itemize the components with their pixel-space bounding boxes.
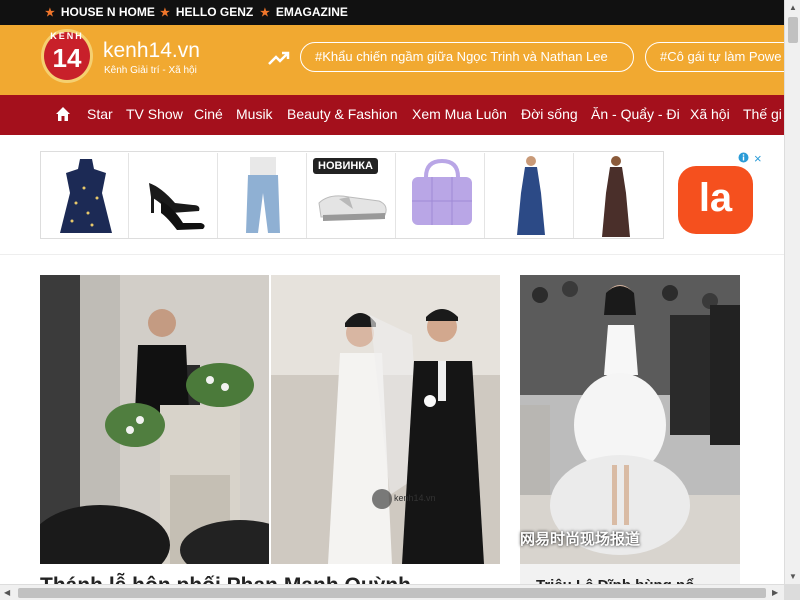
vertical-scroll-thumb[interactable] [788, 17, 798, 43]
vertical-scrollbar[interactable]: ▲ ▼ [784, 0, 800, 584]
scroll-up-icon[interactable]: ▲ [789, 3, 797, 12]
trending-tag[interactable]: #Khẩu chiến ngầm giữa Ngọc Trinh và Nath… [300, 42, 634, 72]
nav-item-star[interactable]: Star [87, 106, 113, 122]
nav-item-beauty-fashion[interactable]: Beauty & Fashion [287, 106, 398, 122]
topbar-link-label: HELLO GENZ [175, 5, 254, 19]
new-badge: НОВИНКА [313, 158, 378, 174]
ad-product-floral-dress[interactable] [487, 153, 574, 238]
ad-product-row: НОВИНКА [40, 151, 664, 239]
fashion-show-photo [520, 275, 740, 564]
scrollbar-corner [784, 584, 800, 600]
topbar-link-emagazine[interactable]: ★ EMAGAZINE [260, 5, 348, 19]
nav-item-musik[interactable]: Musik [236, 106, 273, 122]
horizontal-scrollbar[interactable]: ◀ ▶ [0, 584, 784, 600]
main-story-image[interactable]: kenh14.vn [40, 275, 500, 564]
bag-image [412, 158, 472, 225]
ad-product-bag[interactable] [398, 153, 485, 238]
divider [0, 254, 784, 255]
ad-info-icon[interactable] [738, 152, 749, 163]
dress-image [60, 159, 112, 233]
trending-tag[interactable]: #Cô gái tự làm Powe [645, 42, 784, 72]
topbar-link-label: HOUSE N HOME [60, 5, 155, 19]
nav-item-xa-hoi[interactable]: Xã hội [690, 106, 730, 122]
home-icon[interactable] [55, 106, 71, 122]
nav-item-xem-mua-luon[interactable]: Xem Mua Luôn [412, 106, 507, 122]
nav-item-the-gioi[interactable]: Thế gi [743, 106, 782, 122]
top-link-bar: ★ HOUSE N HOME ★ HELLO GENZ ★ EMAGAZINE [0, 0, 784, 25]
logo-kenh-text: KENH [50, 31, 84, 41]
horizontal-scroll-thumb[interactable] [18, 588, 766, 598]
nav-item-doi-song[interactable]: Đời sống [521, 106, 578, 122]
ad-product-dress[interactable] [42, 153, 129, 238]
scroll-right-icon[interactable]: ▶ [772, 588, 778, 597]
ad-product-jeans[interactable] [220, 153, 307, 238]
ad-banner[interactable]: НОВИНКА la × [40, 151, 768, 239]
trending-icon [268, 51, 290, 65]
star-icon: ★ [160, 6, 170, 19]
heels-image [149, 183, 205, 230]
wedding-photo: kenh14.vn [40, 275, 500, 564]
brand-tagline: Kênh Giải trí - Xã hội [104, 65, 197, 76]
site-header: KENH 14 kenh14.vn Kênh Giải trí - Xã hội… [0, 25, 784, 95]
ad-product-long-dress[interactable] [576, 153, 662, 238]
scroll-left-icon[interactable]: ◀ [4, 588, 10, 597]
logo-number-text: 14 [52, 43, 82, 73]
brand-name[interactable]: kenh14.vn [103, 39, 200, 63]
close-icon[interactable]: × [754, 151, 762, 166]
nav-item-an-quay-di[interactable]: Ăn - Quẩy - Đi [591, 106, 680, 122]
photo-watermark: kenh14.vn [394, 493, 436, 503]
jeans-image [246, 157, 280, 233]
nav-item-tv-show[interactable]: TV Show [126, 106, 183, 122]
topbar-link-label: EMAGAZINE [275, 5, 348, 19]
ad-product-sneakers[interactable]: НОВИНКА [309, 153, 396, 238]
star-icon: ★ [45, 6, 55, 19]
nav-item-cine[interactable]: Ciné [194, 106, 223, 122]
star-icon: ★ [260, 6, 270, 19]
ad-product-heels[interactable] [131, 153, 218, 238]
topbar-link-house-n-home[interactable]: ★ HOUSE N HOME [45, 5, 155, 19]
side-story-image[interactable] [520, 275, 740, 564]
scroll-down-icon[interactable]: ▼ [789, 572, 797, 581]
main-nav: Star TV Show Ciné Musik Beauty & Fashion… [0, 95, 784, 135]
model-dress-image [517, 156, 545, 235]
model-long-dress-image [602, 156, 630, 237]
lamoda-logo[interactable]: la [678, 166, 753, 234]
topbar-link-hello-genz[interactable]: ★ HELLO GENZ [160, 5, 253, 19]
side-photo-watermark: 网易时尚现场报道 [520, 531, 641, 548]
